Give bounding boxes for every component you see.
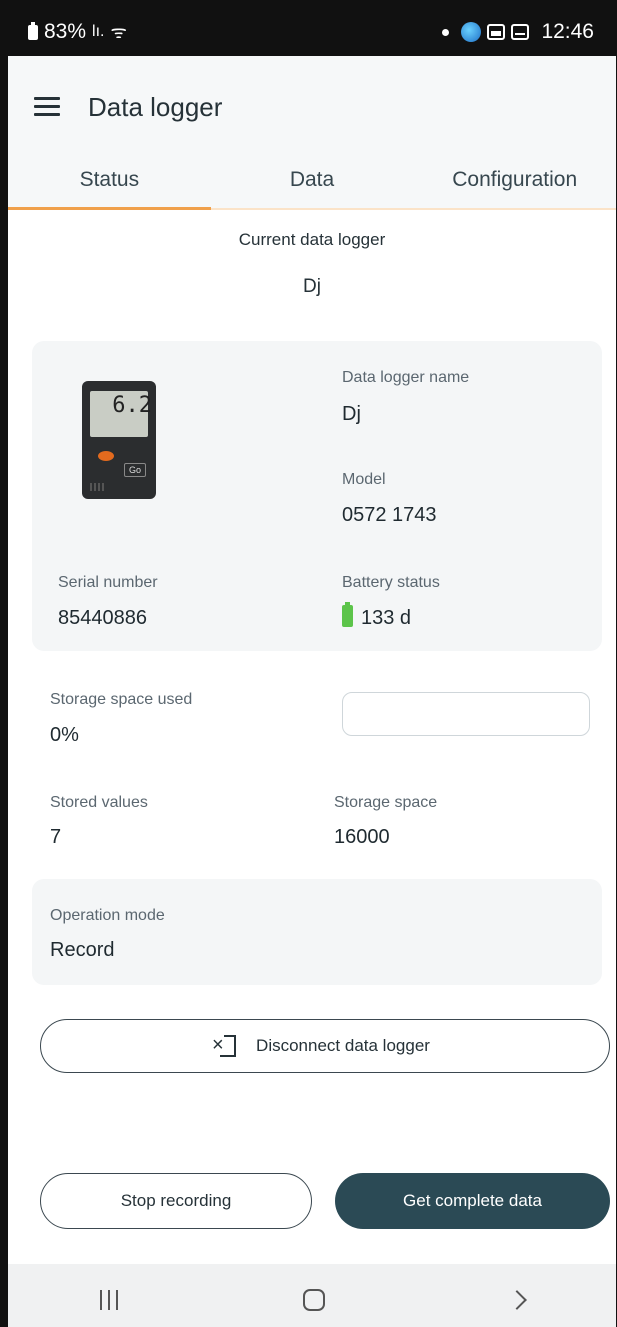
storage-progress-bar [342,692,590,736]
get-complete-data-button[interactable]: Get complete data [335,1173,610,1229]
disconnect-logger-button[interactable]: Disconnect data logger [40,1019,610,1073]
status-bar: 83% lı. ᯤ 12:46 [8,8,616,56]
serial-number-label: Serial number [58,574,158,591]
serial-number-value: 85440886 [58,607,147,629]
mail-notification-icon [511,24,530,40]
system-nav-bar [8,1264,616,1327]
battery-days: 133 d [361,607,412,629]
recent-apps-icon[interactable] [100,1289,119,1310]
stop-recording-button[interactable]: Stop recording [40,1173,312,1229]
current-logger-label: Current data logger [238,230,386,249]
page-title: Data logger [88,91,223,122]
tab-data[interactable]: Data [211,158,414,208]
storage-space-label: Storage space [334,794,438,811]
notification-dot-icon [442,28,450,36]
storage-used-value: 0% [50,724,79,746]
battery-percent: 83% [44,20,87,43]
menu-icon[interactable] [34,97,60,117]
device-reading: 6.2 [112,393,152,418]
model-value: 0572 1743 [342,504,437,526]
image-notification-icon [487,24,506,40]
operation-mode-label: Operation mode [50,907,165,924]
wifi-icon: ᯤ [110,22,127,42]
clock: 12:46 [541,20,594,43]
app-bar: Data logger [8,56,616,158]
battery-status-value: 133 d [342,602,412,630]
disconnect-logger-label: Disconnect data logger [256,1036,430,1055]
operation-mode-card: Operation mode Record [32,879,602,985]
tab-status[interactable]: Status [8,158,211,210]
battery-icon [28,21,38,40]
back-icon[interactable] [506,1289,527,1310]
signal-icon: lı. [92,23,105,40]
logger-name-label: Data logger name [342,369,470,386]
stored-values-value: 7 [50,826,62,848]
tab-bar: Status Data Configuration [8,158,616,210]
model-label: Model [342,471,386,488]
app-notification-icon [461,22,482,42]
home-icon[interactable] [302,1288,325,1311]
data-logger-device-image: 6.2 Go [82,381,156,499]
battery-status-label: Battery status [342,574,440,591]
tab-configuration[interactable]: Configuration [413,158,616,208]
disconnect-icon [212,1035,237,1057]
logger-name-value: Dj [342,403,361,425]
current-logger-name: Dj [303,276,321,297]
device-info-card: 6.2 Go Data logger name Dj Model 0572 17… [32,341,602,651]
phone-screen: 83% lı. ᯤ 12:46 Data logger Status Data … [8,8,616,1327]
storage-used-label: Storage space used [50,691,193,708]
storage-space-value: 16000 [334,826,390,848]
stored-values-label: Stored values [50,794,148,811]
operation-mode-value: Record [50,939,115,961]
device-go-label: Go [124,463,146,477]
battery-full-icon [342,602,353,627]
